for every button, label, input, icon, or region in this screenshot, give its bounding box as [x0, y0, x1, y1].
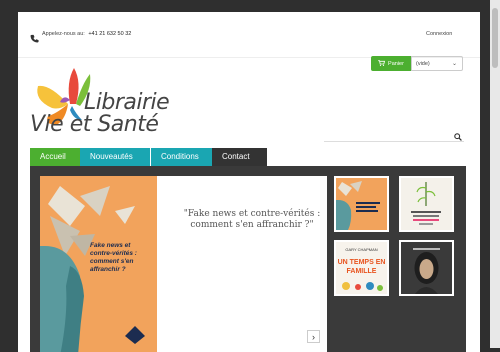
search-icon[interactable] — [454, 128, 462, 141]
cart-button[interactable]: Panier — [371, 56, 411, 71]
tab-contact[interactable]: Contact — [212, 148, 267, 166]
book-thumb-fake-news[interactable] — [334, 176, 389, 232]
cart-label: Panier — [388, 60, 404, 67]
temps-en-famille-cover-icon: GARY CHAPMAN UN TEMPS EN FAMILLE — [336, 242, 387, 294]
featured-book-cover[interactable]: Fake news et contre-vérités : comment s'… — [40, 176, 157, 352]
call-us-text: Appelez-nous au: +41 21 632 50 32 — [42, 31, 131, 37]
cover-title: Fake news et contre-vérités : comment s'… — [90, 242, 137, 273]
chevron-right-icon: › — [312, 331, 315, 342]
book-thumb-portrait[interactable] — [399, 240, 454, 296]
page-scrollbar[interactable] — [490, 0, 500, 348]
search-input[interactable] — [324, 125, 464, 142]
randonnees-cover-icon — [401, 178, 452, 230]
page: Appelez-nous au: +41 21 632 50 32 Connex… — [18, 12, 480, 352]
main-nav: Accueil Nouveautés Conditions Contact — [30, 148, 267, 166]
cart-icon — [378, 59, 386, 68]
slider-quote: "Fake news et contre-vérités : comment s… — [183, 209, 321, 230]
login-link[interactable]: Connexion — [426, 31, 452, 37]
book-thumb-image — [336, 178, 387, 230]
cart-dropdown[interactable]: (vide) ⌄ — [411, 56, 463, 71]
book-thumb-un-temps-en-famille[interactable]: GARY CHAPMAN UN TEMPS EN FAMILLE — [334, 240, 389, 296]
thumb-title-line2: FAMILLE — [347, 268, 377, 275]
phone-number[interactable]: +41 21 632 50 32 — [88, 31, 131, 37]
featured-slider: Fake news et contre-vérités : comment s'… — [40, 176, 327, 352]
scrollbar-thumb[interactable] — [492, 8, 498, 68]
tab-accueil[interactable]: Accueil — [30, 148, 80, 166]
portrait-cover-icon — [401, 242, 452, 294]
book-thumb-image — [401, 242, 452, 294]
thumb-title-line1: UN TEMPS EN — [338, 259, 386, 266]
top-bar: Appelez-nous au: +41 21 632 50 32 Connex… — [18, 12, 480, 58]
tab-nouveautes[interactable]: Nouveautés — [80, 148, 150, 166]
fake-news-cover-icon — [336, 178, 387, 230]
call-us-label: Appelez-nous au: — [42, 31, 85, 37]
book-thumb-randonnees[interactable] — [399, 176, 454, 232]
tab-conditions[interactable]: Conditions — [150, 148, 212, 166]
slider-next-button[interactable]: › — [307, 330, 320, 343]
logo-text-line2: Vie et Santé — [30, 112, 159, 137]
book-thumb-image: GARY CHAPMAN UN TEMPS EN FAMILLE — [336, 242, 387, 294]
thumb-author: GARY CHAPMAN — [345, 247, 377, 252]
book-thumb-image — [401, 178, 452, 230]
phone-icon — [30, 30, 39, 43]
cart-status: (vide) — [416, 60, 430, 67]
chevron-down-icon: ⌄ — [451, 61, 457, 67]
